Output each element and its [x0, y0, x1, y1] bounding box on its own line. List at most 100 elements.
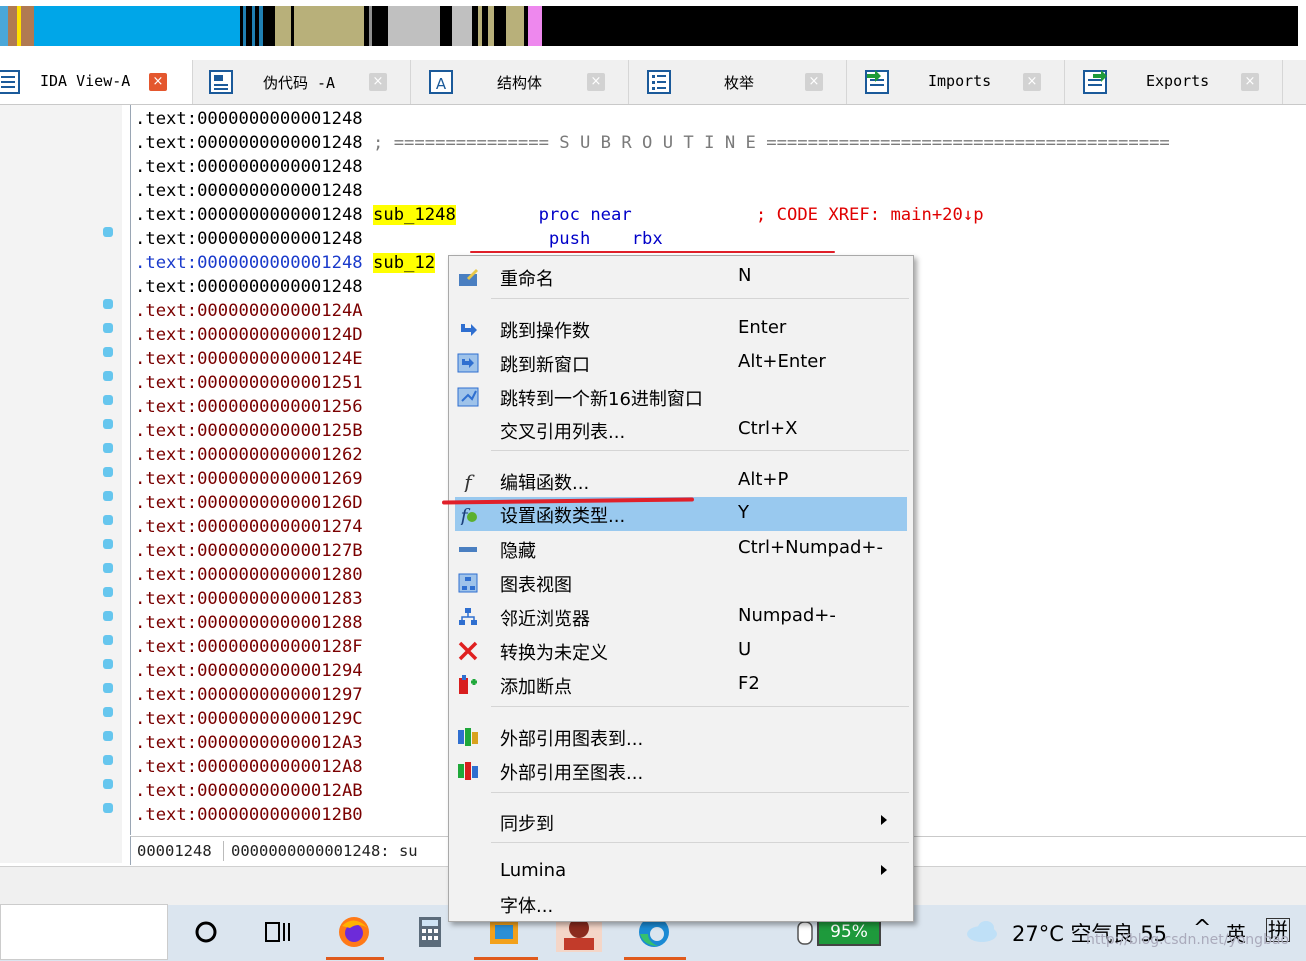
close-icon[interactable]: ×: [1241, 73, 1259, 91]
close-icon[interactable]: ×: [369, 73, 387, 91]
jump-new-window-icon: [457, 353, 479, 373]
xref-graph-from-icon: [458, 762, 478, 780]
arrow-marker: [103, 395, 113, 405]
listing-line[interactable]: .text:0000000000001280: [135, 563, 363, 587]
tab-imports[interactable]: Imports ×: [847, 60, 1065, 104]
listing-line[interactable]: .text:0000000000001248: [135, 155, 363, 179]
listing-line[interactable]: .text:000000000000124D: [135, 323, 363, 347]
menu-item-hide[interactable]: 隐藏 Ctrl+Numpad+-: [449, 532, 913, 564]
task-view-icon[interactable]: [258, 912, 298, 952]
calculator-icon[interactable]: [410, 912, 450, 952]
structures-icon: A: [429, 70, 453, 94]
menu-item-jump-operand[interactable]: 跳到操作数 Enter: [449, 312, 913, 344]
menu-item-xref-graph-to[interactable]: 外部引用图表到...: [449, 720, 913, 752]
tab-enums[interactable]: 枚举 ×: [629, 60, 847, 104]
arrow-marker: [103, 683, 113, 693]
listing-line[interactable]: .text:0000000000001294: [135, 659, 363, 683]
watermark: http://blog.csdn.net/yongbao: [1086, 932, 1290, 948]
firefox-icon[interactable]: [334, 912, 374, 952]
battery-indicator[interactable]: 95%: [817, 918, 881, 946]
listing-line[interactable]: .text:0000000000001256: [135, 395, 363, 419]
close-icon[interactable]: ×: [1023, 73, 1041, 91]
listing-line[interactable]: .text:000000000000124E: [135, 347, 363, 371]
status-location: 0000000000001248: su: [231, 842, 418, 860]
listing-line[interactable]: .text:0000000000001248: [135, 179, 363, 203]
listing-line[interactable]: .text:0000000000001269: [135, 467, 363, 491]
function-icon: f: [462, 470, 475, 492]
listing-icon: [0, 70, 20, 94]
navigation-band[interactable]: [0, 6, 1298, 46]
listing-line[interactable]: .text:0000000000001248 push rbx: [135, 227, 663, 251]
menu-item-rename[interactable]: 重命名 N: [449, 260, 913, 292]
arrow-marker: [103, 539, 113, 549]
menu-item-jump-new-window[interactable]: 跳到新窗口 Alt+Enter: [449, 346, 913, 378]
function-label[interactable]: sub_1248: [373, 205, 456, 225]
listing-line[interactable]: .text:0000000000001288: [135, 611, 363, 635]
listing-line[interactable]: .text:000000000000127B: [135, 539, 363, 563]
listing-line[interactable]: .text:0000000000001283: [135, 587, 363, 611]
arrow-marker: [103, 707, 113, 717]
arrows-gutter: [0, 105, 122, 863]
listing-line[interactable]: .text:000000000000129C: [135, 707, 363, 731]
menu-item-lumina[interactable]: Lumina: [449, 855, 913, 887]
listing-line[interactable]: .text:0000000000001248: [135, 107, 363, 131]
menu-separator: [491, 792, 909, 793]
menu-separator: [491, 706, 909, 707]
listing-line[interactable]: .text:0000000000001248 ; ===============…: [135, 131, 1170, 155]
tab-label: 结构体: [497, 74, 543, 92]
arrow-marker: [103, 635, 113, 645]
tab-exports[interactable]: Exports ×: [1065, 60, 1283, 104]
taskbar-search-box[interactable]: [0, 904, 168, 960]
tab-label: IDA View-A: [40, 72, 131, 90]
listing-line[interactable]: .text:00000000000012B0: [135, 803, 363, 827]
listing-line[interactable]: .text:000000000000128F: [135, 635, 363, 659]
tab-structures[interactable]: A 结构体 ×: [411, 60, 629, 104]
close-icon[interactable]: ×: [805, 73, 823, 91]
menu-item-xrefs[interactable]: 交叉引用列表... Ctrl+X: [449, 413, 913, 445]
imports-icon: [865, 70, 889, 94]
listing-line[interactable]: .text:0000000000001251: [135, 371, 363, 395]
arrow-marker: [103, 515, 113, 525]
status-offset: 00001248: [137, 842, 212, 860]
tab-pseudocode[interactable]: 伪代码 -A ×: [193, 60, 411, 104]
tab-label: 枚举: [724, 74, 755, 92]
menu-item-proximity-browser[interactable]: 邻近浏览器 Numpad+-: [449, 600, 913, 632]
listing-line[interactable]: .text:0000000000001262: [135, 443, 363, 467]
listing-line[interactable]: .text:000000000000126D: [135, 491, 363, 515]
close-icon[interactable]: ×: [587, 73, 605, 91]
close-icon[interactable]: ×: [149, 73, 167, 91]
active-app-indicator: [474, 957, 538, 960]
undefine-icon: [458, 641, 478, 661]
function-label[interactable]: sub_12: [373, 253, 436, 273]
menu-item-synchronize[interactable]: 同步到: [449, 805, 913, 837]
menu-item-undefine[interactable]: 转换为未定义 U: [449, 634, 913, 666]
menu-item-font[interactable]: 字体...: [449, 887, 913, 919]
listing-line[interactable]: .text:0000000000001274: [135, 515, 363, 539]
menu-item-add-breakpoint[interactable]: 添加断点 F2: [449, 668, 913, 700]
menu-item-graph-view[interactable]: 图表视图: [449, 566, 913, 598]
menu-item-xref-graph-from[interactable]: 外部引用至图表...: [449, 754, 913, 786]
cortana-icon[interactable]: [186, 912, 226, 952]
annotation-underline: [470, 251, 835, 253]
listing-line[interactable]: .text:0000000000001248 sub_1248 proc nea…: [135, 203, 984, 227]
listing-line-selected[interactable]: .text:0000000000001248 sub_12: [135, 251, 436, 275]
menu-item-edit-function[interactable]: f 编辑函数... Alt+P: [449, 464, 913, 496]
arrow-marker: [103, 419, 113, 429]
svg-text:A: A: [436, 75, 447, 93]
menu-item-jump-hex-window[interactable]: 跳转到一个新16进制窗口: [449, 380, 913, 412]
listing-line[interactable]: .text:000000000000124A: [135, 299, 363, 323]
listing-line[interactable]: .text:00000000000012A8: [135, 755, 363, 779]
listing-line[interactable]: .text:00000000000012AB: [135, 779, 363, 803]
tab-ida-view-a[interactable]: IDA View-A ×: [0, 60, 193, 104]
status-separator: [223, 841, 224, 861]
listing-line[interactable]: .text:0000000000001297: [135, 683, 363, 707]
arrow-marker: [103, 299, 113, 309]
listing-line[interactable]: .text:0000000000001248: [135, 275, 363, 299]
graph-view-icon: [458, 573, 478, 593]
arrow-marker: [103, 659, 113, 669]
listing-line[interactable]: .text:00000000000012A3: [135, 731, 363, 755]
jump-operand-icon: [461, 324, 477, 336]
arrow-marker: [103, 587, 113, 597]
listing-line[interactable]: .text:000000000000125B: [135, 419, 363, 443]
weather-cloud-icon[interactable]: [964, 912, 1002, 952]
